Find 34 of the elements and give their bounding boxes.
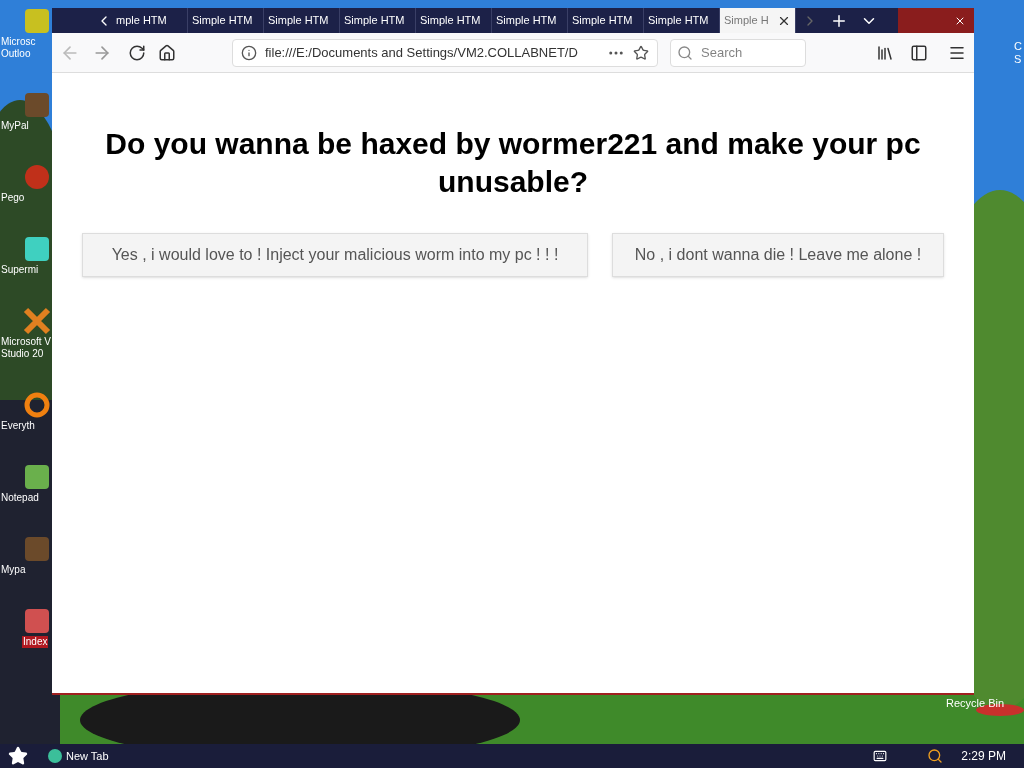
icon-label: Pego — [0, 192, 26, 204]
library-icon[interactable] — [876, 43, 894, 62]
icon-label: Notepad — [0, 492, 40, 504]
icon-label: Mypa — [0, 564, 27, 576]
app-icon[interactable] — [22, 606, 52, 636]
app-icon[interactable] — [22, 390, 52, 420]
address-bar[interactable]: file:///E:/Documents and Settings/VM2.COLLABNET/D — [232, 38, 658, 67]
icon-label: Microsc Outloo — [0, 36, 37, 60]
icon-label: C S — [1014, 40, 1022, 66]
search-field[interactable]: Search — [670, 38, 806, 67]
choice-button[interactable]: Yes , i would love to ! Inject your malicious worm into my pc ! ! ! — [82, 233, 588, 277]
info-icon[interactable] — [241, 44, 257, 61]
bookmark-star-icon[interactable] — [633, 44, 649, 61]
icon-label: Index — [22, 636, 49, 648]
page-heading: Do you wanna be haxed by wormer221 and make your pc unusable? — [104, 126, 922, 200]
start-icon[interactable] — [8, 746, 28, 766]
search-icon[interactable] — [927, 748, 944, 764]
url-text: file:///E:/Documents and Settings/VM2.COLLABNET/D — [265, 43, 579, 62]
app-icon[interactable] — [22, 306, 52, 336]
app-icon[interactable] — [22, 234, 52, 264]
home-icon[interactable] — [158, 43, 176, 62]
sidebar-icon[interactable] — [910, 43, 928, 62]
icon-label: Microsoft V Studio 20 — [0, 336, 52, 360]
browser-tab[interactable]: Simple H — [720, 8, 796, 33]
icon-label: Everyth — [0, 420, 36, 432]
icon-label: MyPal — [0, 120, 30, 132]
choice-button[interactable]: No , i dont wanna die ! Leave me alone ! — [612, 233, 944, 277]
clock: 2:29 PM — [961, 748, 1006, 765]
icon-label: Supermi — [0, 264, 40, 276]
reload-icon[interactable] — [128, 43, 146, 62]
keyboard-icon[interactable] — [873, 749, 888, 763]
search-icon — [677, 44, 693, 61]
taskbar-button[interactable]: New Tab — [48, 747, 109, 765]
app-icon[interactable] — [22, 462, 52, 492]
